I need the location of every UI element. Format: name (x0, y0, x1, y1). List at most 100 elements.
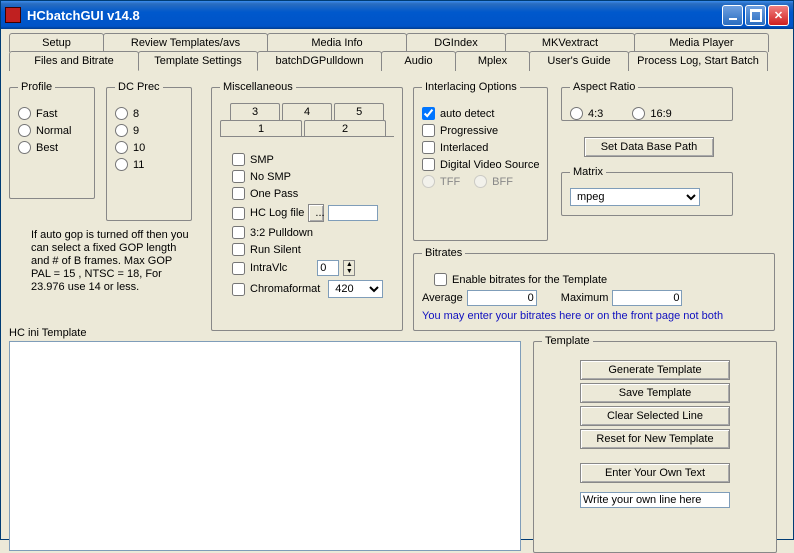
tab-template-settings[interactable]: Template Settings (138, 51, 258, 71)
misc-hclog-check[interactable] (232, 207, 245, 220)
tab-row-bottom: Files and Bitrate Template Settings batc… (9, 51, 785, 71)
misc-hclog-browse[interactable]: ... (308, 204, 324, 222)
misc-pulldown[interactable]: 3:2 Pulldown (232, 226, 394, 239)
tab-setup[interactable]: Setup (9, 33, 104, 52)
inter-bff-radio (474, 175, 487, 188)
profile-normal-radio[interactable] (18, 124, 31, 137)
misc-subtabs-bot: 1 2 (220, 120, 394, 137)
dcprec-10[interactable]: 10 (115, 141, 183, 154)
bitrates-max-input[interactable] (612, 290, 682, 306)
misc-tab-2[interactable]: 2 (304, 120, 386, 137)
inter-auto-check[interactable] (422, 107, 435, 120)
misc-runsilent-check[interactable] (232, 243, 245, 256)
misc-nosmp-check[interactable] (232, 170, 245, 183)
tab-process-log[interactable]: Process Log, Start Batch (628, 51, 768, 71)
dcprec-9[interactable]: 9 (115, 124, 183, 137)
titlebar: HCbatchGUI v14.8 (1, 1, 793, 29)
ini-template-area[interactable] (9, 341, 521, 551)
close-button[interactable] (768, 5, 789, 26)
interlacing-group: Interlacing Options auto detect Progress… (413, 81, 548, 241)
misc-intravlc-value[interactable] (317, 260, 339, 276)
misc-onepass-check[interactable] (232, 187, 245, 200)
tab-media-player[interactable]: Media Player (634, 33, 769, 52)
profile-group: Profile Fast Normal Best (9, 81, 95, 199)
aspect-169[interactable]: 16:9 (632, 107, 671, 120)
misc-nosmp[interactable]: No SMP (232, 170, 394, 183)
misc-tab-1[interactable]: 1 (220, 120, 302, 137)
misc-smp-check[interactable] (232, 153, 245, 166)
misc-tab-3[interactable]: 3 (230, 103, 280, 120)
inter-dvs-check[interactable] (422, 158, 435, 171)
inter-prog-check[interactable] (422, 124, 435, 137)
bitrates-avg-label: Average (422, 292, 463, 304)
misc-chroma-check[interactable] (232, 283, 245, 296)
tab-media-info[interactable]: Media Info (267, 33, 407, 52)
profile-best[interactable]: Best (18, 141, 86, 154)
window-controls (722, 5, 789, 26)
aspect-43-radio[interactable] (570, 107, 583, 120)
misc-chroma-row: Chromaformat 420 (232, 280, 394, 298)
bitrates-legend: Bitrates (422, 247, 465, 259)
minimize-button[interactable] (722, 5, 743, 26)
inter-dvs[interactable]: Digital Video Source (422, 158, 539, 171)
bitrates-avg-input[interactable] (467, 290, 537, 306)
dcprec-8-radio[interactable] (115, 107, 128, 120)
misc-tab-5[interactable]: 5 (334, 103, 384, 120)
inter-interlaced-check[interactable] (422, 141, 435, 154)
bitrates-max-label: Maximum (561, 292, 609, 304)
inter-prog[interactable]: Progressive (422, 124, 539, 137)
bitrates-enable-check[interactable] (434, 273, 447, 286)
dcprec-11-radio[interactable] (115, 158, 128, 171)
tab-batchdgpulldown[interactable]: batchDGPulldown (257, 51, 382, 71)
spinner-icon[interactable]: ▲▼ (343, 260, 355, 276)
enter-own-text-button[interactable]: Enter Your Own Text (580, 463, 730, 483)
misc-onepass[interactable]: One Pass (232, 187, 394, 200)
dcprec-9-radio[interactable] (115, 124, 128, 137)
tab-files-bitrate[interactable]: Files and Bitrate (9, 51, 139, 71)
matrix-select[interactable]: mpeg (570, 188, 700, 206)
clear-line-button[interactable]: Clear Selected Line (580, 406, 730, 426)
inter-auto[interactable]: auto detect (422, 107, 539, 120)
tab-review-templates[interactable]: Review Templates/avs (103, 33, 268, 52)
inter-tff-bff: TFF BFF (422, 175, 539, 188)
tab-users-guide[interactable]: User's Guide (529, 51, 629, 71)
tab-audio[interactable]: Audio (381, 51, 456, 71)
matrix-group: Matrix mpeg (561, 166, 733, 216)
tab-mplex[interactable]: Mplex (455, 51, 530, 71)
misc-pulldown-check[interactable] (232, 226, 245, 239)
misc-tab-4[interactable]: 4 (282, 103, 332, 120)
app-window: HCbatchGUI v14.8 Setup Review Templates/… (0, 0, 794, 540)
reset-template-button[interactable]: Reset for New Template (580, 429, 730, 449)
content-area: Setup Review Templates/avs Media Info DG… (1, 29, 793, 539)
tab-mkvextract[interactable]: MKVextract (505, 33, 635, 52)
aspect-43[interactable]: 4:3 (570, 107, 603, 120)
inter-tff-radio (422, 175, 435, 188)
profile-fast[interactable]: Fast (18, 107, 86, 120)
dcprec-11[interactable]: 11 (115, 158, 183, 171)
own-text-input[interactable] (580, 492, 730, 508)
misc-smp[interactable]: SMP (232, 153, 394, 166)
generate-template-button[interactable]: Generate Template (580, 360, 730, 380)
misc-intravlc-check[interactable] (232, 262, 245, 275)
misc-hclog-path[interactable] (328, 205, 378, 221)
dcprec-10-radio[interactable] (115, 141, 128, 154)
misc-chroma-select[interactable]: 420 (328, 280, 383, 298)
ini-legend: HC ini Template (9, 327, 86, 340)
profile-fast-radio[interactable] (18, 107, 31, 120)
maximize-button[interactable] (745, 5, 766, 26)
profile-legend: Profile (18, 81, 55, 93)
tab-dgindex[interactable]: DGIndex (406, 33, 506, 52)
profile-best-radio[interactable] (18, 141, 31, 154)
tab-row-top: Setup Review Templates/avs Media Info DG… (9, 33, 785, 52)
misc-runsilent[interactable]: Run Silent (232, 243, 394, 256)
aspect-169-radio[interactable] (632, 107, 645, 120)
dcprec-8[interactable]: 8 (115, 107, 183, 120)
app-icon (5, 7, 21, 23)
save-template-button[interactable]: Save Template (580, 383, 730, 403)
set-db-path-button[interactable]: Set Data Base Path (584, 137, 714, 157)
template-group: Template Generate Template Save Template… (533, 335, 777, 553)
profile-normal[interactable]: Normal (18, 124, 86, 137)
bitrates-enable[interactable]: Enable bitrates for the Template (434, 273, 766, 286)
misc-subtabs-top: 3 4 5 (230, 103, 394, 120)
inter-interlaced[interactable]: Interlaced (422, 141, 539, 154)
